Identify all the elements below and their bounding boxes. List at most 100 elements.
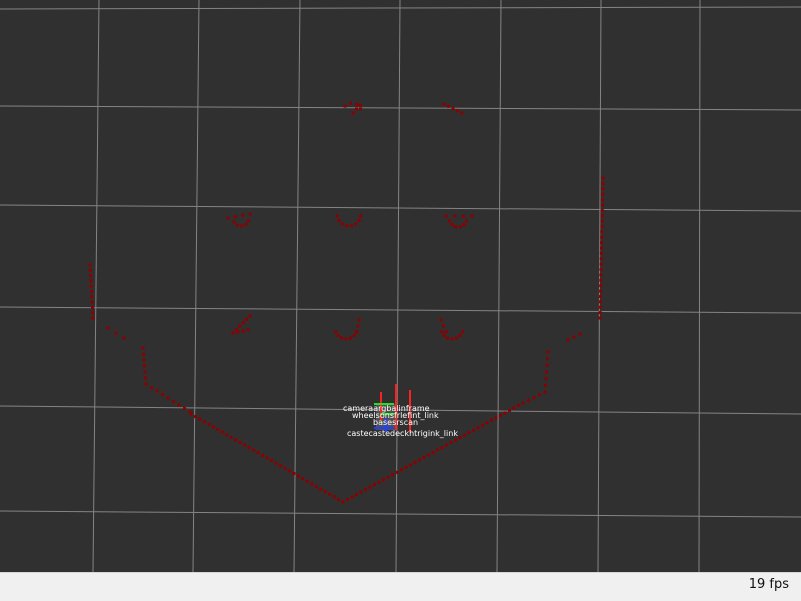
scan-point (448, 219, 451, 223)
scan-point (220, 430, 224, 434)
scan-point (400, 468, 403, 472)
scan-point (90, 305, 94, 309)
scan-point (358, 103, 362, 107)
scan-point (545, 370, 548, 374)
scan-point (345, 224, 349, 228)
laser-scan-points (88, 101, 605, 504)
scan-point (106, 326, 110, 330)
scan-point (305, 479, 309, 483)
scan-point (543, 390, 547, 394)
scan-point (527, 398, 530, 402)
grid-line-v (92, 0, 100, 572)
scan-point (355, 102, 358, 106)
scan-point (598, 316, 602, 320)
scan-point (236, 330, 240, 334)
scan-point (240, 224, 244, 228)
scan-point (216, 428, 220, 431)
scan-point (460, 111, 464, 115)
scan-point (359, 490, 363, 494)
scan-point (141, 346, 145, 350)
scan-point (354, 222, 358, 226)
scan-point (458, 436, 462, 440)
scan-point (436, 448, 439, 452)
scan-point (343, 104, 347, 108)
scan-point (336, 334, 340, 337)
scan-point (601, 187, 605, 191)
scan-point (538, 393, 541, 397)
scan-point (599, 251, 603, 255)
scan-point (462, 223, 466, 227)
scan-point (359, 214, 363, 218)
scan-point (88, 268, 92, 272)
scan-point (458, 225, 462, 229)
scan-point (155, 389, 159, 393)
scan-point (444, 214, 448, 218)
scan-point (323, 490, 327, 494)
scan-point (301, 477, 305, 481)
scan-point (599, 262, 603, 266)
scan-point (142, 358, 146, 362)
scan-point (248, 314, 252, 318)
3d-viewport[interactable]: cameraargbalinframe wheelsonsfrlefint_li… (0, 0, 801, 572)
scan-point (238, 324, 242, 328)
scan-point (566, 338, 570, 342)
scan-point (409, 463, 412, 467)
scan-point (391, 473, 394, 477)
scan-point (601, 198, 604, 201)
grid-line-v (496, 0, 502, 572)
status-bar: 19 fps (0, 572, 801, 601)
grid-line-h (0, 105, 801, 111)
scan-point (122, 336, 126, 340)
scan-point (270, 459, 273, 463)
scan-point (599, 295, 602, 298)
scan-point (453, 214, 457, 218)
scan-point (447, 104, 450, 108)
scan-point (413, 460, 417, 464)
scan-point (183, 407, 186, 410)
scan-point (440, 330, 444, 334)
scan-point (463, 433, 466, 437)
scan-point (232, 220, 236, 224)
grid-line-v (698, 0, 701, 572)
scan-point (265, 456, 269, 460)
scan-point (465, 219, 468, 223)
scan-point (231, 331, 235, 335)
scan-point (600, 219, 604, 223)
scan-point (355, 330, 359, 334)
scan-point (377, 480, 381, 484)
scan-point (572, 335, 576, 339)
scan-point (599, 257, 603, 261)
scan-point (472, 428, 475, 432)
scan-point (177, 403, 181, 407)
scan-point (481, 423, 484, 427)
scan-point (234, 438, 238, 442)
scan-point (341, 500, 345, 504)
frame-label: castecastedeckhtrigink_link (347, 429, 458, 438)
grid-line-v (293, 0, 301, 572)
grid-line-v (395, 0, 401, 572)
scan-point (166, 396, 170, 400)
scan-point (458, 334, 462, 337)
scan-point (600, 225, 604, 228)
scan-point (340, 336, 344, 340)
scan-point (144, 382, 148, 386)
frame-label: basesrscan (373, 418, 419, 427)
scan-point (600, 203, 604, 207)
scan-point (194, 415, 197, 419)
scan-point (395, 470, 399, 474)
scan-point (404, 465, 408, 469)
scan-point (456, 109, 459, 113)
scan-point (90, 300, 94, 304)
scan-point (357, 318, 361, 322)
scan-point (348, 336, 352, 340)
scan-point (351, 111, 355, 115)
scan-point (241, 321, 245, 325)
scan-point (517, 404, 520, 407)
scan-point (246, 328, 250, 332)
scan-point (256, 451, 260, 455)
scan-point (386, 475, 390, 479)
scan-point (340, 222, 344, 226)
grid-line-h (0, 204, 801, 212)
scan-point (499, 413, 502, 417)
scene-canvas[interactable] (0, 0, 801, 572)
